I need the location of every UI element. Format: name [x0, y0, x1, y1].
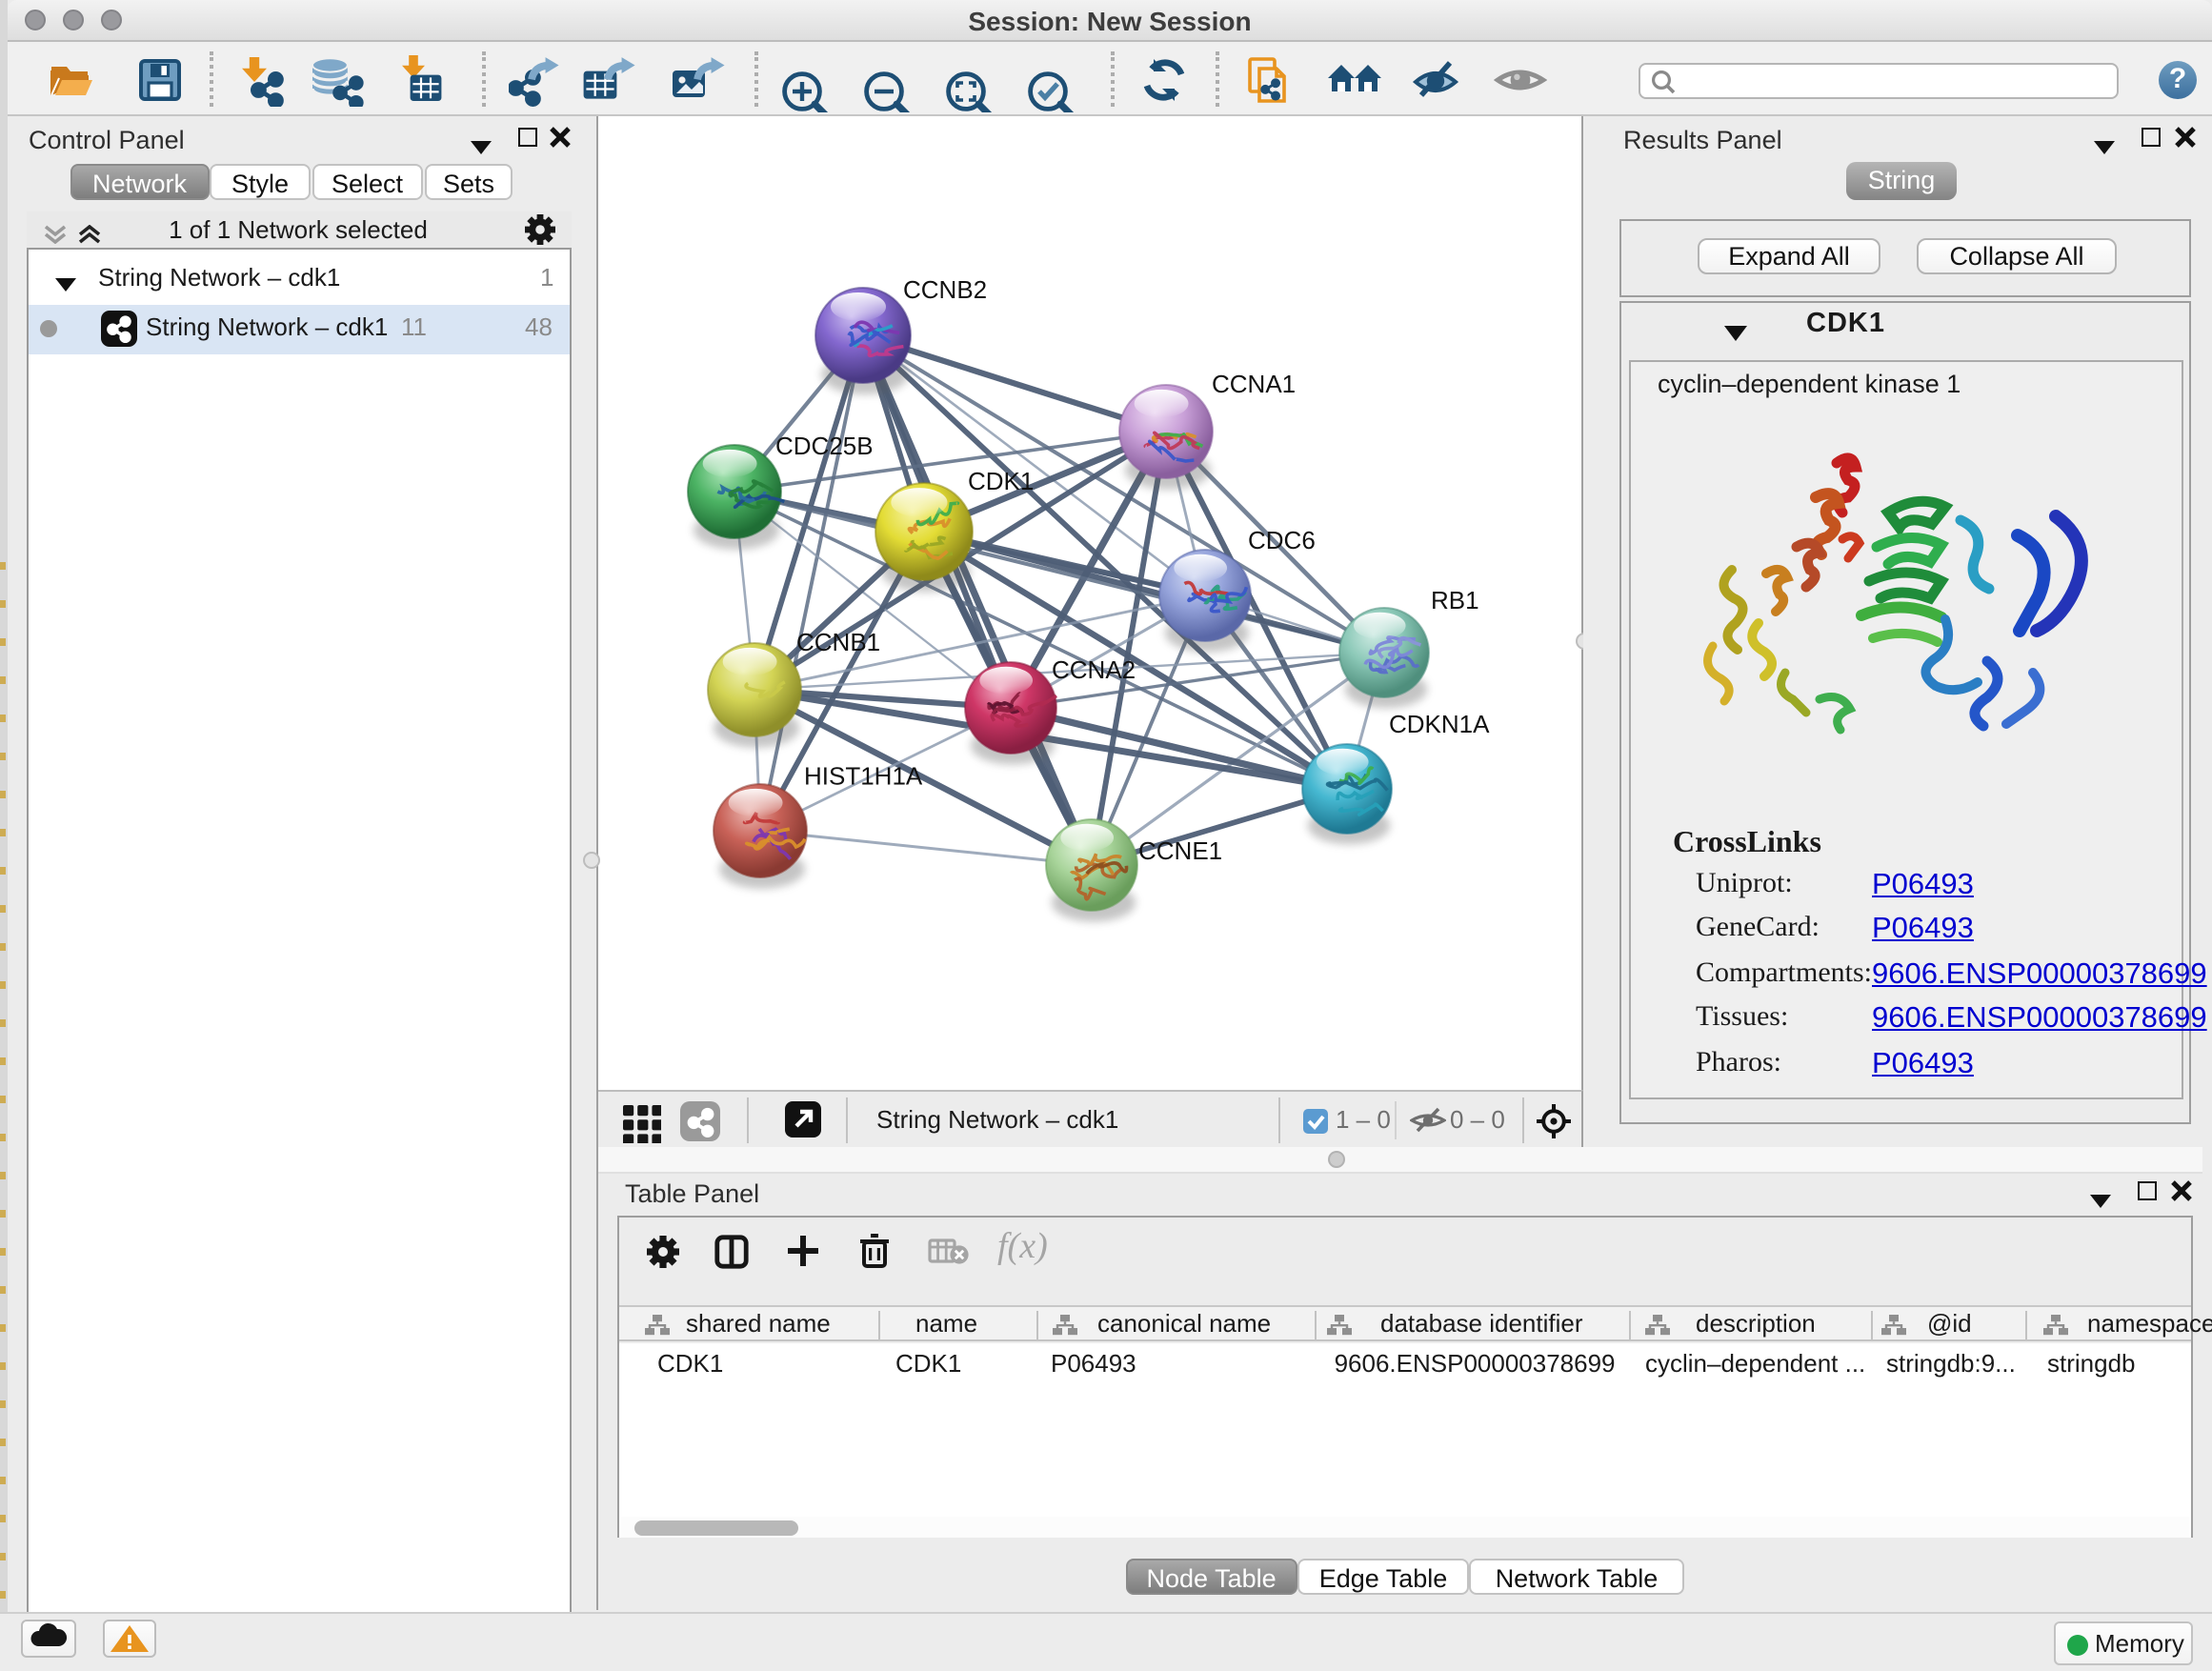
svg-text:RB1: RB1	[1431, 586, 1479, 614]
svg-text:CCNE1: CCNE1	[1138, 836, 1222, 865]
svg-text:CCNB1: CCNB1	[796, 628, 880, 656]
svg-text:CDKN1A: CDKN1A	[1389, 710, 1490, 738]
svg-text:CCNA2: CCNA2	[1052, 655, 1136, 684]
svg-text:CDK1: CDK1	[968, 467, 1034, 495]
svg-text:CCNA1: CCNA1	[1212, 370, 1296, 398]
svg-text:CDC25B: CDC25B	[775, 432, 874, 460]
svg-text:CCNB2: CCNB2	[903, 275, 987, 304]
svg-text:HIST1H1A: HIST1H1A	[804, 761, 923, 790]
svg-text:CDC6: CDC6	[1248, 526, 1316, 554]
